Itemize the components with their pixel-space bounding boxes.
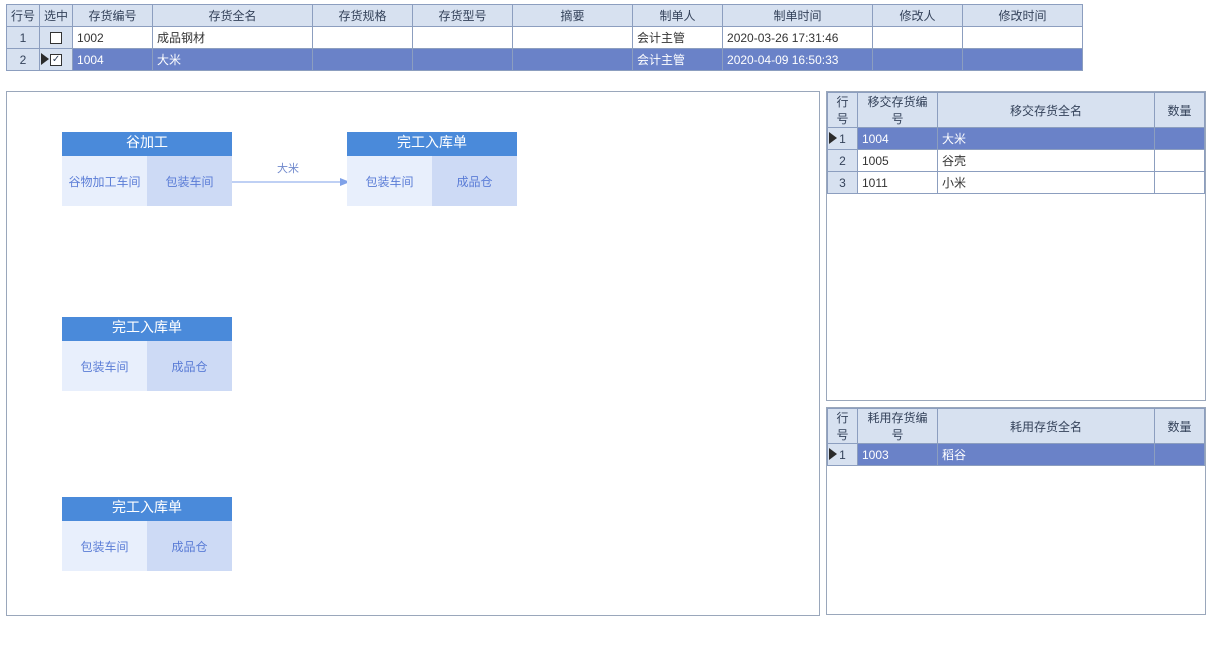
cell-memo: [513, 27, 633, 49]
flow-card-to: 成品仓: [147, 341, 232, 391]
flow-card-in-stock-3[interactable]: 完工入库单 包装车间 成品仓: [62, 497, 232, 571]
cell-modifier: [873, 49, 963, 71]
row-checkbox[interactable]: ✓: [50, 54, 62, 66]
flow-card-from: 包装车间: [347, 156, 432, 206]
cell-select[interactable]: ✓: [40, 49, 73, 71]
cell-rownum: 2: [7, 49, 40, 71]
col-model[interactable]: 存货型号: [413, 5, 513, 27]
cell-qty: [1155, 128, 1205, 150]
row-indicator-icon: [829, 132, 837, 144]
col-maketime[interactable]: 制单时间: [723, 5, 873, 27]
col-modifier[interactable]: 修改人: [873, 5, 963, 27]
table-row[interactable]: 1 1002成品钢材 会计主管2020-03-26 17:31:46: [7, 27, 1083, 49]
cell-rownum: 1: [828, 128, 858, 150]
flow-card-title: 完工入库单: [347, 132, 517, 156]
cell-invcode: 1004: [73, 49, 153, 71]
cell-qty: [1155, 172, 1205, 194]
col-rownum[interactable]: 行号: [828, 409, 858, 444]
flow-card-in-stock-1[interactable]: 完工入库单 包装车间 成品仓: [347, 132, 517, 206]
cell-modifier: [873, 27, 963, 49]
cell-invcode: 1002: [73, 27, 153, 49]
col-outname[interactable]: 移交存货全名: [938, 93, 1155, 128]
flow-card-process[interactable]: 谷加工 谷物加工车间 包装车间: [62, 132, 232, 206]
output-inventory-grid[interactable]: 行号 移交存货编号 移交存货全名 数量 11004大米21005谷壳31011小…: [826, 91, 1206, 401]
cell-code: 1004: [858, 128, 938, 150]
cell-qty: [1155, 444, 1205, 466]
flow-card-from: 包装车间: [62, 521, 147, 571]
cell-spec: [313, 27, 413, 49]
col-outcode[interactable]: 移交存货编号: [858, 93, 938, 128]
process-flow-pane[interactable]: 谷加工 谷物加工车间 包装车间 大米 完工入库单 包装车间 成品仓 完工入库单: [6, 91, 820, 616]
table-row[interactable]: 21005谷壳: [828, 150, 1205, 172]
cell-maker: 会计主管: [633, 49, 723, 71]
col-usename[interactable]: 耗用存货全名: [938, 409, 1155, 444]
cell-rownum: 1: [7, 27, 40, 49]
col-invname[interactable]: 存货全名: [153, 5, 313, 27]
cell-qty: [1155, 150, 1205, 172]
flow-card-title: 谷加工: [62, 132, 232, 156]
table-row[interactable]: 31011小米: [828, 172, 1205, 194]
col-modtime[interactable]: 修改时间: [963, 5, 1083, 27]
col-spec[interactable]: 存货规格: [313, 5, 413, 27]
cell-maketime: 2020-04-09 16:50:33: [723, 49, 873, 71]
flow-card-to: 成品仓: [147, 521, 232, 571]
cell-name: 大米: [938, 128, 1155, 150]
row-indicator-icon: [829, 448, 837, 460]
col-useqty[interactable]: 数量: [1155, 409, 1205, 444]
cell-select[interactable]: [40, 27, 73, 49]
flow-card-to: 成品仓: [432, 156, 517, 206]
row-indicator-icon: [41, 53, 49, 65]
cell-maketime: 2020-03-26 17:31:46: [723, 27, 873, 49]
col-rownum[interactable]: 行号: [7, 5, 40, 27]
cell-model: [413, 27, 513, 49]
col-select[interactable]: 选中: [40, 5, 73, 27]
cell-name: 谷壳: [938, 150, 1155, 172]
flow-card-from: 谷物加工车间: [62, 156, 147, 206]
cell-maker: 会计主管: [633, 27, 723, 49]
cell-spec: [313, 49, 413, 71]
cell-invname: 大米: [153, 49, 313, 71]
flow-card-to: 包装车间: [147, 156, 232, 206]
cell-model: [413, 49, 513, 71]
col-rownum[interactable]: 行号: [828, 93, 858, 128]
table-row[interactable]: 2 ✓ 1004大米 会计主管2020-04-09 16:50:33: [7, 49, 1083, 71]
col-maker[interactable]: 制单人: [633, 5, 723, 27]
cell-rownum: 2: [828, 150, 858, 172]
cell-modtime: [963, 27, 1083, 49]
col-outqty[interactable]: 数量: [1155, 93, 1205, 128]
col-memo[interactable]: 摘要: [513, 5, 633, 27]
cell-memo: [513, 49, 633, 71]
cell-modtime: [963, 49, 1083, 71]
table-header-row: 行号 选中 存货编号 存货全名 存货规格 存货型号 摘要 制单人 制单时间 修改…: [7, 5, 1083, 27]
row-checkbox[interactable]: [50, 32, 62, 44]
cell-name: 小米: [938, 172, 1155, 194]
cell-code: 1003: [858, 444, 938, 466]
cell-rownum: 3: [828, 172, 858, 194]
flow-arrow-label: 大米: [277, 160, 299, 176]
flow-card-title: 完工入库单: [62, 497, 232, 521]
flow-card-title: 完工入库单: [62, 317, 232, 341]
col-invcode[interactable]: 存货编号: [73, 5, 153, 27]
cell-name: 稻谷: [938, 444, 1155, 466]
flow-card-in-stock-2[interactable]: 完工入库单 包装车间 成品仓: [62, 317, 232, 391]
cell-rownum: 1: [828, 444, 858, 466]
col-usecode[interactable]: 耗用存货编号: [858, 409, 938, 444]
consumed-inventory-grid[interactable]: 行号 耗用存货编号 耗用存货全名 数量 11003稻谷: [826, 407, 1206, 615]
flow-card-from: 包装车间: [62, 341, 147, 391]
inventory-master-grid: 行号 选中 存货编号 存货全名 存货规格 存货型号 摘要 制单人 制单时间 修改…: [6, 4, 1206, 71]
table-row[interactable]: 11003稻谷: [828, 444, 1205, 466]
cell-code: 1005: [858, 150, 938, 172]
cell-code: 1011: [858, 172, 938, 194]
inventory-master-table[interactable]: 行号 选中 存货编号 存货全名 存货规格 存货型号 摘要 制单人 制单时间 修改…: [6, 4, 1083, 71]
table-row[interactable]: 11004大米: [828, 128, 1205, 150]
cell-invname: 成品钢材: [153, 27, 313, 49]
